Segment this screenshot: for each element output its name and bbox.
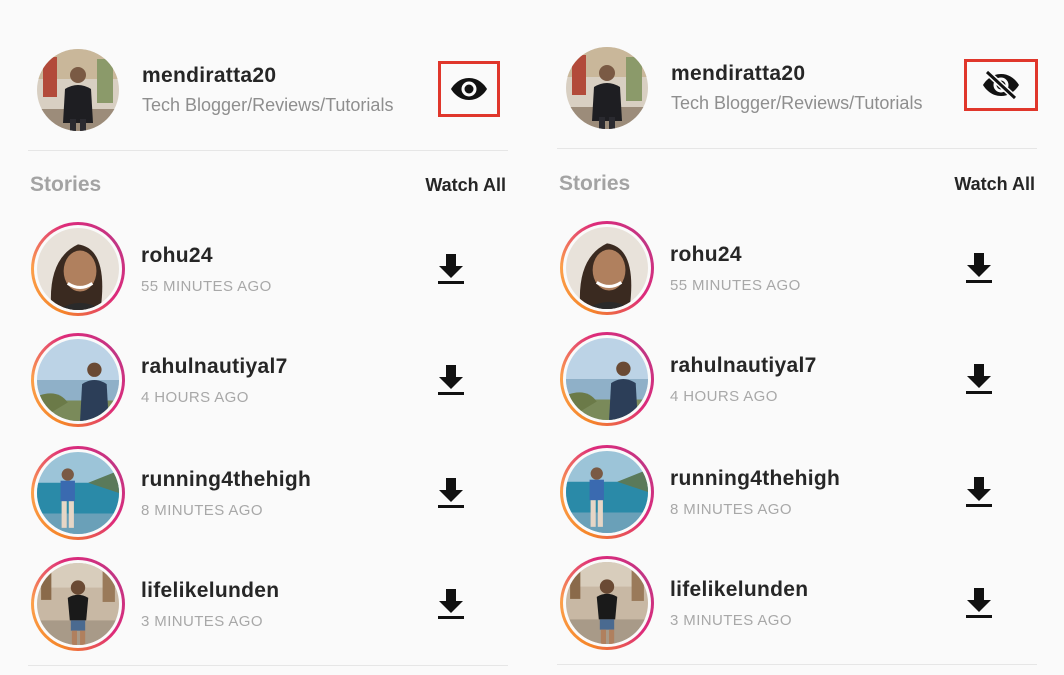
divider <box>28 150 508 151</box>
divider <box>557 148 1037 149</box>
download-icon[interactable] <box>964 475 994 509</box>
stories-heading: Stories <box>559 172 631 195</box>
panel-left: mendiratta20 Tech Blogger/Reviews/Tutori… <box>28 0 508 675</box>
panel-right: mendiratta20 Tech Blogger/Reviews/Tutori… <box>557 0 1038 675</box>
eye-icon <box>451 78 487 100</box>
download-icon[interactable] <box>964 586 994 620</box>
profile-avatar[interactable] <box>37 49 119 131</box>
story-avatar-ring[interactable] <box>560 221 654 315</box>
profile-bio: Tech Blogger/Reviews/Tutorials <box>142 95 394 115</box>
story-item[interactable]: rahulnautiyal7 4 HOURS AGO <box>28 333 508 429</box>
watch-all-button[interactable]: Watch All <box>954 174 1035 195</box>
story-avatar-ring[interactable] <box>560 332 654 426</box>
story-avatar <box>37 339 119 421</box>
story-avatar <box>566 227 648 309</box>
story-item[interactable]: rahulnautiyal7 4 HOURS AGO <box>557 332 1037 428</box>
watch-all-button[interactable]: Watch All <box>425 175 506 196</box>
story-avatar <box>566 338 648 420</box>
story-avatar-ring[interactable] <box>31 446 125 540</box>
download-icon[interactable] <box>964 251 994 285</box>
profile-username[interactable]: mendiratta20 <box>142 64 276 88</box>
story-avatar <box>37 563 119 645</box>
story-item[interactable]: lifelikelunden 3 MINUTES AGO <box>28 557 508 653</box>
story-username[interactable]: rahulnautiyal7 <box>141 355 288 379</box>
story-avatar-ring[interactable] <box>31 557 125 651</box>
story-username[interactable]: lifelikelunden <box>141 579 279 603</box>
profile-username[interactable]: mendiratta20 <box>671 62 805 86</box>
visibility-toggle-button[interactable] <box>438 61 500 117</box>
story-avatar-ring[interactable] <box>560 445 654 539</box>
story-avatar-ring[interactable] <box>31 222 125 316</box>
divider <box>557 664 1037 665</box>
story-timestamp: 8 MINUTES AGO <box>141 502 263 519</box>
divider <box>28 665 508 666</box>
profile-avatar[interactable] <box>566 47 648 129</box>
story-item[interactable]: running4thehigh 8 MINUTES AGO <box>28 446 508 542</box>
story-item[interactable]: lifelikelunden 3 MINUTES AGO <box>557 556 1037 652</box>
visibility-toggle-button[interactable] <box>964 59 1038 111</box>
profile-header: mendiratta20 Tech Blogger/Reviews/Tutori… <box>28 48 508 132</box>
story-username[interactable]: lifelikelunden <box>670 578 808 602</box>
download-icon[interactable] <box>436 476 466 510</box>
profile-photo <box>37 49 119 131</box>
profile-bio: Tech Blogger/Reviews/Tutorials <box>671 93 923 113</box>
story-username[interactable]: running4thehigh <box>141 468 311 492</box>
download-icon[interactable] <box>436 587 466 621</box>
stories-heading: Stories <box>30 173 102 196</box>
story-avatar <box>566 451 648 533</box>
profile-header: mendiratta20 Tech Blogger/Reviews/Tutori… <box>557 46 1038 130</box>
story-avatar-ring[interactable] <box>31 333 125 427</box>
story-username[interactable]: running4thehigh <box>670 467 840 491</box>
story-avatar <box>37 228 119 310</box>
story-timestamp: 8 MINUTES AGO <box>670 501 792 518</box>
story-timestamp: 3 MINUTES AGO <box>141 613 263 630</box>
download-icon[interactable] <box>964 362 994 396</box>
story-item[interactable]: rohu24 55 MINUTES AGO <box>557 221 1037 317</box>
story-item[interactable]: rohu24 55 MINUTES AGO <box>28 222 508 318</box>
story-username[interactable]: rohu24 <box>141 244 213 268</box>
story-avatar-ring[interactable] <box>560 556 654 650</box>
story-timestamp: 3 MINUTES AGO <box>670 612 792 629</box>
story-username[interactable]: rahulnautiyal7 <box>670 354 817 378</box>
download-icon[interactable] <box>436 363 466 397</box>
story-timestamp: 4 HOURS AGO <box>670 388 778 405</box>
story-username[interactable]: rohu24 <box>670 243 742 267</box>
story-avatar <box>37 452 119 534</box>
story-timestamp: 4 HOURS AGO <box>141 389 249 406</box>
story-avatar <box>566 562 648 644</box>
download-icon[interactable] <box>436 252 466 286</box>
story-timestamp: 55 MINUTES AGO <box>141 278 272 295</box>
eye-off-icon <box>983 70 1019 100</box>
profile-photo <box>566 47 648 129</box>
story-item[interactable]: running4thehigh 8 MINUTES AGO <box>557 445 1037 541</box>
story-timestamp: 55 MINUTES AGO <box>670 277 801 294</box>
